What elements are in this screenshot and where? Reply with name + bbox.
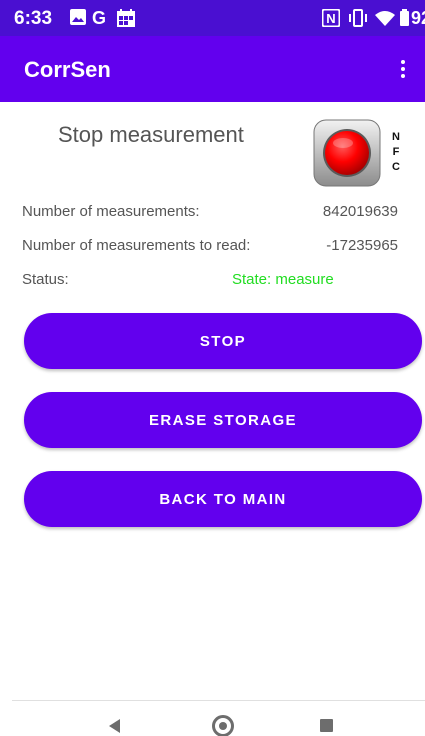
home-icon[interactable] — [212, 715, 234, 736]
recents-icon[interactable] — [320, 719, 333, 732]
more-vert-icon[interactable] — [391, 54, 415, 84]
system-nav-bar — [12, 700, 425, 736]
google-icon: G — [92, 8, 107, 28]
nfc-letter-f: F — [393, 146, 400, 158]
measurements-count-label: Number of measurements: — [22, 203, 200, 220]
screen: 6:33 G N 9 CorrSen Stop measurement N F … — [0, 0, 425, 736]
vibrate-icon — [348, 9, 368, 27]
status-time: 6:33 — [14, 8, 53, 29]
home-dot — [219, 722, 227, 730]
battery-icon — [400, 9, 409, 27]
calendar-icon — [117, 9, 135, 27]
stop-button[interactable]: STOP — [24, 313, 422, 369]
app-bar: CorrSen — [0, 36, 425, 102]
nfc-letter: N — [326, 11, 335, 26]
erase-storage-button[interactable]: ERASE STORAGE — [24, 392, 422, 448]
back-to-main-button[interactable]: BACK TO MAIN — [24, 471, 422, 527]
measurements-to-read-label: Number of measurements to read: — [22, 237, 251, 254]
status-value: State: measure — [232, 271, 334, 288]
wifi-icon — [374, 9, 396, 27]
back-icon[interactable] — [109, 719, 120, 733]
measurements-to-read-value: -17235965 — [326, 237, 398, 254]
battery-percent: 92% — [411, 8, 425, 28]
measurements-count-value: 842019639 — [322, 203, 398, 220]
app-title: CorrSen — [24, 57, 111, 82]
status-bar: 6:33 G N 9 — [0, 0, 425, 36]
nfc-status-indicator: N F C — [312, 118, 408, 188]
status-label: Status: — [22, 271, 69, 288]
page-title: Stop measurement — [58, 122, 244, 147]
nfc-letter-n: N — [392, 131, 400, 143]
record-red-icon: N F C — [313, 119, 400, 187]
nfc-icon: N — [321, 8, 341, 28]
image-icon — [70, 9, 86, 27]
nfc-letter-c: C — [392, 161, 400, 173]
